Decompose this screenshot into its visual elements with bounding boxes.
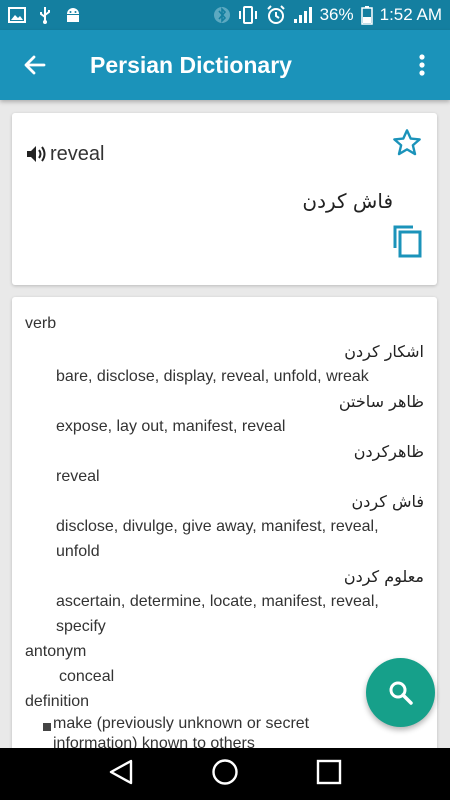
more-vert-icon [419,54,425,76]
synonym-list: reveal [56,468,100,485]
headword: reveal [50,143,105,165]
signal-icon [293,6,313,24]
image-icon [8,7,26,23]
copy-icon[interactable] [391,224,423,263]
antonym-label: antonym [25,643,87,660]
battery-percent: 36% [319,5,354,24]
recents-square-icon[interactable] [316,759,342,790]
search-fab-button[interactable] [366,658,435,727]
persian-sense: ظاهرکردن [353,442,424,461]
synonym-list: bare, disclose, display, reveal, unfold,… [56,368,369,385]
bluetooth-icon [213,5,230,25]
clock-time: 1:52 AM [379,5,442,24]
android-icon [64,7,82,23]
star-outline-icon[interactable] [391,127,423,164]
synonym-list-continued: unfold [56,543,100,560]
usb-icon [38,6,52,24]
page-title: Persian Dictionary [90,51,292,78]
alarm-icon [266,5,286,25]
search-icon [389,681,413,705]
definition-text: make (previously unknown or secret [53,715,310,732]
speaker-icon[interactable] [26,144,48,169]
persian-sense: اشکار کردن [344,342,424,361]
definition-label: definition [25,693,90,710]
antonym-value: conceal [59,668,115,685]
app-bar: Persian Dictionary [0,30,450,100]
overflow-menu-button[interactable] [394,30,450,100]
translation: فاش کردن [302,189,393,213]
status-bar: 36% 1:52 AM [0,0,450,30]
synonym-list: disclose, divulge, give away, manifest, … [56,518,379,535]
back-triangle-icon[interactable] [108,759,134,790]
persian-sense: فاش کردن [351,492,424,511]
synonym-list: expose, lay out, manifest, reveal [56,418,286,435]
persian-sense: معلوم کردن [343,567,424,586]
word-card: reveal فاش کردن [12,113,437,285]
battery-icon [360,5,373,25]
arrow-back-icon [24,55,46,75]
persian-sense: ظاهر ساختن [338,392,424,411]
system-nav-bar [0,748,450,800]
synonym-list: ascertain, determine, locate, manifest, … [56,593,379,610]
bullet-icon [43,723,51,731]
vibrate-icon [237,6,259,24]
synonym-list-continued: specify [56,618,106,635]
back-button[interactable] [0,30,70,100]
home-circle-icon[interactable] [211,758,239,791]
pos-label: verb [25,315,57,332]
